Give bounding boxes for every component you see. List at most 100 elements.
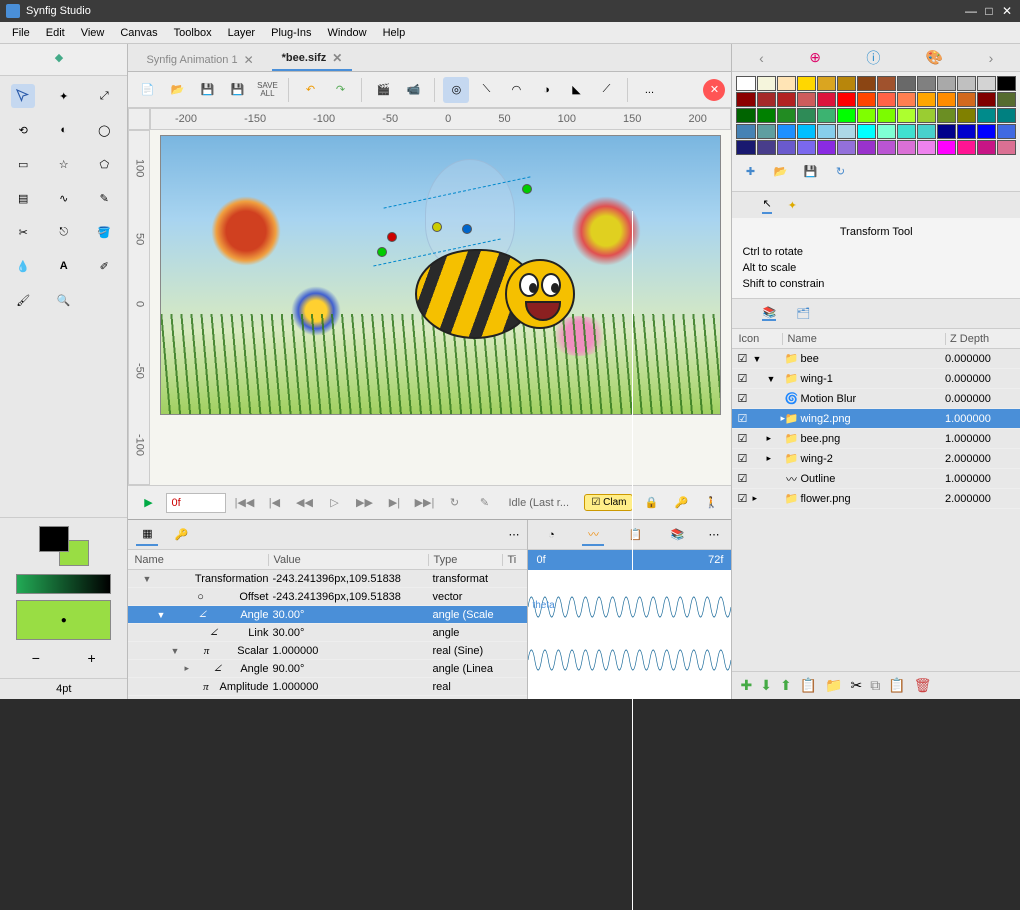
transform-tool[interactable] xyxy=(11,84,35,108)
loop-icon[interactable]: ↻ xyxy=(442,491,466,515)
doc-tab[interactable]: *bee.sifz✕ xyxy=(272,47,353,71)
scale-tool[interactable]: ⤢ xyxy=(92,84,116,108)
palette-color[interactable] xyxy=(877,140,896,155)
tool-history-tab[interactable]: ✦ xyxy=(788,199,797,212)
nav-compass[interactable]: ⊕ xyxy=(809,49,821,66)
palette-color[interactable] xyxy=(736,92,755,107)
polygon-tool[interactable]: ⬠ xyxy=(92,152,116,176)
saveall-button[interactable]: SAVE ALL xyxy=(254,77,280,103)
seek-next[interactable]: ▶▶ xyxy=(352,491,376,515)
tool-options-tab[interactable]: ↖ xyxy=(762,197,771,214)
palette-color[interactable] xyxy=(897,140,916,155)
menu-toolbox[interactable]: Toolbox xyxy=(166,27,220,39)
seek-start[interactable]: |◀◀ xyxy=(232,491,256,515)
palette-color[interactable] xyxy=(897,108,916,123)
grid-button[interactable]: ◠ xyxy=(503,77,529,103)
param-row[interactable]: ○ Offset-243.241396px,109.51838vector xyxy=(128,588,527,606)
snap-button[interactable]: ⟍ xyxy=(473,77,499,103)
palette-reset[interactable]: ↻ xyxy=(830,161,850,181)
palette-color[interactable] xyxy=(977,76,996,91)
palette-color[interactable] xyxy=(797,76,816,91)
palette-color[interactable] xyxy=(997,124,1016,139)
clamp-toggle[interactable]: ☑ Clam xyxy=(584,494,633,511)
palette-color[interactable] xyxy=(736,108,755,123)
timetrack-tab[interactable]: ◔ xyxy=(540,524,562,546)
play-button[interactable]: ▷ xyxy=(322,491,346,515)
palette-color[interactable] xyxy=(997,108,1016,123)
palette-color[interactable] xyxy=(977,92,996,107)
palette-color[interactable] xyxy=(877,76,896,91)
redo-button[interactable]: ↷ xyxy=(327,77,353,103)
curve-editor[interactable]: theta xyxy=(528,570,731,699)
history-tab[interactable]: 📋 xyxy=(624,524,646,546)
seek-prev[interactable]: ◀◀ xyxy=(292,491,316,515)
palette-color[interactable] xyxy=(957,140,976,155)
palette-color[interactable] xyxy=(897,124,916,139)
tab-close-icon[interactable]: ✕ xyxy=(332,51,342,65)
frame-field[interactable] xyxy=(166,493,226,513)
palette-color[interactable] xyxy=(777,140,796,155)
rotate-tool[interactable]: ⟲ xyxy=(11,118,35,142)
close-button[interactable]: ✕ xyxy=(1000,4,1014,18)
rect-tool[interactable]: ▭ xyxy=(11,152,35,176)
open-button[interactable]: 📂 xyxy=(164,77,190,103)
layer-row[interactable]: ☑〰Outline1.000000 xyxy=(732,469,1020,489)
param-row[interactable]: π Amplitude1.000000real xyxy=(128,678,527,696)
palette-color[interactable] xyxy=(877,124,896,139)
palette-color[interactable] xyxy=(937,108,956,123)
layer-down[interactable]: ⬇ xyxy=(760,677,772,694)
palette-color[interactable] xyxy=(817,76,836,91)
fill-mode[interactable]: ◣ xyxy=(563,77,589,103)
spline-tool[interactable]: ∿ xyxy=(52,186,76,210)
palette-color[interactable] xyxy=(837,92,856,107)
palette-load[interactable]: 📂 xyxy=(770,161,790,181)
nav-info[interactable]: ⓘ xyxy=(866,48,880,68)
eyedrop-tool[interactable]: 💧 xyxy=(11,254,35,278)
palette-color[interactable] xyxy=(897,76,916,91)
stroke-size[interactable]: 4pt xyxy=(0,678,127,699)
menu-help[interactable]: Help xyxy=(375,27,414,39)
saveas-button[interactable]: 💾 xyxy=(224,77,250,103)
layer-paste[interactable]: 📋 xyxy=(888,677,905,694)
palette-color[interactable] xyxy=(957,76,976,91)
layer-group[interactable]: 📁 xyxy=(825,677,842,694)
palette-color[interactable] xyxy=(997,92,1016,107)
palette-color[interactable] xyxy=(837,140,856,155)
palette-color[interactable] xyxy=(937,92,956,107)
param-row[interactable]: ▼∠ Angle30.00°angle (Scale xyxy=(128,606,527,624)
palette-color[interactable] xyxy=(757,108,776,123)
palette-color[interactable] xyxy=(917,124,936,139)
fill-tool[interactable]: 🪣 xyxy=(92,220,116,244)
palette-color[interactable] xyxy=(877,92,896,107)
layer-del[interactable]: 🗑 xyxy=(914,677,932,694)
key-icon[interactable]: 🔑 xyxy=(669,491,693,515)
layer-row[interactable]: ☑▸📁wing-22.000000 xyxy=(732,449,1020,469)
animate-toggle[interactable]: 🚶 xyxy=(699,491,723,515)
smooth-move-tool[interactable]: ✦ xyxy=(52,84,76,108)
palette-color[interactable] xyxy=(837,76,856,91)
sketch-tool[interactable]: ✐ xyxy=(92,254,116,278)
preview-button[interactable]: 📹 xyxy=(400,77,426,103)
palette-save[interactable]: 💾 xyxy=(800,161,820,181)
toolbox-tab[interactable]: ◆ xyxy=(0,44,127,76)
render-button[interactable]: 🎬 xyxy=(370,77,396,103)
palette-color[interactable] xyxy=(917,108,936,123)
line-mode[interactable]: ⟋ xyxy=(593,77,619,103)
palette-color[interactable] xyxy=(857,76,876,91)
seek-end[interactable]: ▶▶| xyxy=(412,491,436,515)
palette-color[interactable] xyxy=(797,140,816,155)
palette-color[interactable] xyxy=(917,140,936,155)
palette-color[interactable] xyxy=(977,124,996,139)
palette-color[interactable] xyxy=(797,124,816,139)
palette-color[interactable] xyxy=(817,140,836,155)
gradient-tool[interactable]: ▤ xyxy=(11,186,35,210)
keyframe-tab[interactable]: 🔑 xyxy=(170,524,192,546)
zoom-menu[interactable]: ... xyxy=(636,77,662,103)
doc-tab[interactable]: Synfig Animation 1✕ xyxy=(136,49,263,71)
layer-cut[interactable]: ✂ xyxy=(851,677,863,694)
palette-color[interactable] xyxy=(857,124,876,139)
palette-color[interactable] xyxy=(837,108,856,123)
menu-layer[interactable]: Layer xyxy=(220,27,264,39)
save-button[interactable]: 💾 xyxy=(194,77,220,103)
param-row[interactable]: ▼π Scalar1.000000real (Sine) xyxy=(128,642,527,660)
